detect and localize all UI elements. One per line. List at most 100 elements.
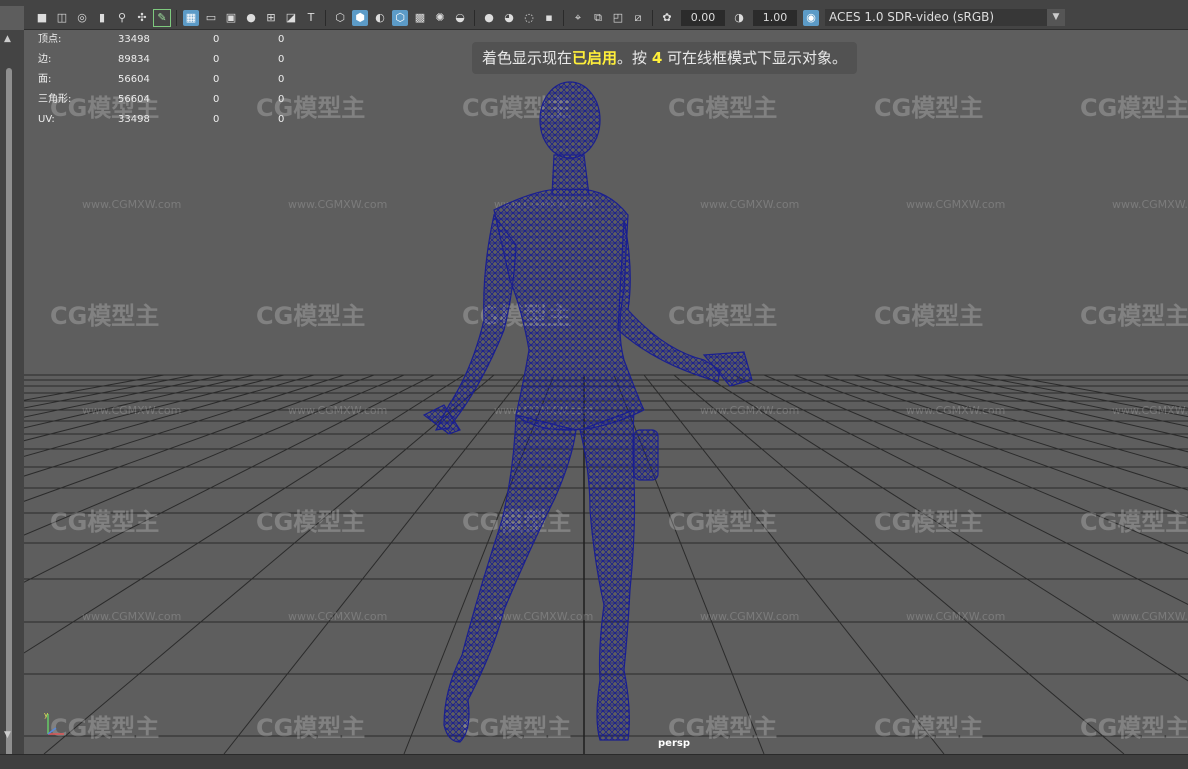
camera-attributes-icon[interactable]: ◫ (54, 10, 70, 26)
hud-label: UV: (38, 114, 55, 125)
grid-line (913, 374, 1188, 439)
watermark-url: www.CGMXW.com (906, 198, 1005, 211)
gamma-field[interactable]: 1.00 (753, 9, 797, 26)
hud-value: 0 (278, 114, 285, 125)
camera-icon[interactable]: ■ (34, 10, 50, 26)
image-plane-icon[interactable]: ▮ (94, 10, 110, 26)
screen-space-ao-icon[interactable]: ● (481, 10, 497, 26)
color-management-icon[interactable]: ◉ (803, 9, 819, 26)
watermark-url: www.CGMXW.com (1112, 610, 1188, 623)
scrollbar[interactable] (6, 68, 12, 758)
watermark-logo: CG模型主 (874, 94, 983, 122)
hud-value: 56604 (118, 74, 150, 85)
left-shelf-panel: ▲ ▼ (0, 30, 25, 758)
field-chart-icon[interactable]: ⊞ (263, 10, 279, 26)
view-transform-value: ACES 1.0 SDR-video (sRGB) (829, 10, 995, 24)
inview-text: 可在线框模式下显示对象。 (667, 49, 848, 67)
model-left-leg (579, 409, 636, 741)
wireframe-icon[interactable]: ⬡ (332, 10, 348, 26)
watermark-url: www.CGMXW.com (82, 198, 181, 211)
exposure-field[interactable]: 0.00 (681, 9, 725, 26)
scroll-up-icon[interactable]: ▲ (4, 34, 11, 44)
pencil-icon[interactable]: ✎ (153, 8, 171, 27)
watermark-logo: CG模型主 (874, 714, 983, 742)
watermark-logo: CG模型主 (1080, 94, 1188, 122)
grid-line (24, 374, 405, 536)
hud-row-edges: 边: 89834 0 0 (38, 50, 298, 70)
grid-line (973, 374, 1188, 418)
hud-value: 0 (213, 74, 220, 85)
bookmark-icon[interactable]: ◎ (74, 10, 90, 26)
watermark-url: www.CGMXW.com (82, 610, 181, 623)
poly-count-hud: 顶点: 33498 0 0 边: 89834 0 0 面: 56604 0 0 … (38, 30, 298, 130)
grid-line (24, 374, 285, 442)
hud-label: 面: (38, 74, 52, 85)
safe-title-icon[interactable]: T (303, 10, 319, 26)
grid-line (24, 374, 225, 418)
grid-line (943, 374, 1188, 427)
gamma-icon[interactable]: ◑ (731, 10, 747, 26)
safe-action-icon[interactable]: ◪ (283, 10, 299, 26)
watermark-logo: CG模型主 (874, 508, 983, 536)
smooth-shade-icon[interactable]: ⬢ (352, 9, 368, 26)
textured-icon[interactable]: ▩ (412, 10, 428, 26)
grid-icon[interactable]: ▦ (183, 9, 199, 26)
model-holster (633, 429, 659, 481)
hud-value: 33498 (118, 34, 150, 45)
hud-value: 0 (213, 34, 220, 45)
anti-aliasing-icon[interactable]: ◌ (521, 10, 537, 26)
watermark-url: www.CGMXW.com (288, 610, 387, 623)
hud-value: 0 (278, 74, 285, 85)
isolate-select-icon[interactable]: ⌖ (570, 10, 586, 26)
depth-of-field-icon[interactable]: ▪ (541, 10, 557, 26)
grid-line (703, 374, 1188, 682)
watermark-url: www.CGMXW.com (700, 404, 799, 417)
grid-line (24, 374, 465, 654)
inview-highlight: 已启用 (572, 49, 618, 67)
grid-line (24, 374, 195, 409)
watermark-url: www.CGMXW.com (1112, 198, 1188, 211)
lights-icon[interactable]: ✺ (432, 10, 448, 26)
grid-line (24, 374, 165, 401)
scroll-down-icon[interactable]: ▼ (4, 730, 11, 740)
watermark-logo: CG模型主 (462, 714, 571, 742)
watermark-logo: CG模型主 (50, 302, 159, 330)
motion-blur-icon[interactable]: ◕ (501, 10, 517, 26)
exposure-icon[interactable]: ✿ (659, 10, 675, 26)
twod-pan-zoom-icon[interactable]: ⚲ (114, 10, 130, 26)
watermark-logo: CG模型主 (1080, 714, 1188, 742)
resolution-gate-icon[interactable]: ▣ (223, 10, 239, 26)
grid-line (24, 374, 435, 583)
shadows-icon[interactable]: ◒ (452, 10, 468, 26)
watermark-logo: CG模型主 (256, 508, 365, 536)
watermark-url: www.CGMXW.com (494, 610, 593, 623)
watermark-url: www.CGMXW.com (700, 610, 799, 623)
model-head (539, 81, 601, 159)
xray-components-icon[interactable]: ⧄ (630, 10, 646, 26)
grid-line (763, 374, 1188, 555)
xray-icon[interactable]: ⧉ (590, 10, 606, 26)
separator (563, 9, 564, 26)
grease-pencil-icon[interactable]: ✣ (134, 10, 150, 26)
hud-value: 0 (278, 34, 285, 45)
panel-toolbar: ■ ◫ ◎ ▮ ⚲ ✣ ✎ ▦ ▭ ▣ ● ⊞ ◪ T ⬡ ⬢ ◐ ⬡ ▩ ✺ … (24, 6, 1188, 30)
hud-label: 三角形: (38, 94, 72, 105)
watermark-url: www.CGMXW.com (288, 198, 387, 211)
grid-line (24, 374, 345, 477)
gate-mask-icon[interactable]: ● (243, 10, 259, 26)
watermark-url: www.CGMXW.com (1112, 404, 1188, 417)
hud-value: 33498 (118, 114, 150, 125)
hud-label: 顶点: (38, 34, 62, 45)
watermark-logo: CG模型主 (668, 508, 777, 536)
separator (652, 9, 653, 26)
watermark-logo: CG模型主 (1080, 508, 1188, 536)
default-material-icon[interactable]: ◐ (372, 10, 388, 26)
perspective-viewport[interactable]: CG模型主 CG模型主 CG模型主 CG模型主 CG模型主 CG模型主 CG模型主 CG模型主… (24, 30, 1188, 754)
grid-line (883, 374, 1188, 453)
xray-joints-icon[interactable]: ◰ (610, 10, 626, 26)
wireframe-on-shaded-icon[interactable]: ⬡ (392, 9, 408, 26)
grid-line (853, 374, 1188, 470)
view-transform-dropdown[interactable]: ACES 1.0 SDR-video (sRGB) ▼ (825, 9, 1065, 26)
film-gate-icon[interactable]: ▭ (203, 10, 219, 26)
grid-line (733, 374, 1188, 605)
